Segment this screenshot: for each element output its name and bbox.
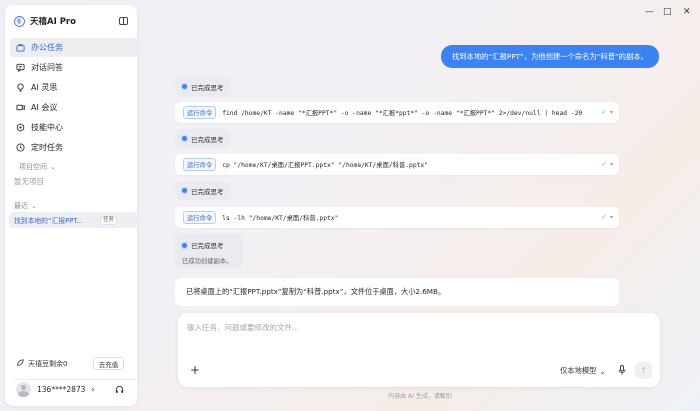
nav-item-skills[interactable]: 技能中心 [10,118,138,137]
send-button[interactable]: ↑ [635,362,652,379]
assistant-result: 已将桌面上的“汇报PPT.pptx”复制为“科普.pptx”，文件位于桌面，大小… [175,278,619,306]
chevron-down-icon[interactable]: ▾ [610,214,613,221]
project-empty: 暂无项目 [14,177,44,186]
user-message-text: 找到本地的“汇报PPT”，为他创建一个命名为“科普”的副本。 [451,51,648,61]
credits-row: 天禧豆剩余0 [16,359,67,369]
command-text: cp "/home/KT/桌面/汇报PPT.pptx" "/home/KT/桌面… [222,162,428,169]
skill-icon [16,123,25,132]
chevron-down-icon: ⌄ [31,202,37,210]
sidebar-divider [14,379,136,380]
briefcase-icon [16,43,25,52]
ai-disclaimer: 内容由 AI 生成，请甄别 [388,393,452,400]
maximize-button[interactable]: □ [663,7,672,17]
thinking-status-expanded[interactable]: 已完成思考 已成功创建副本。 [175,234,243,268]
command-text: ls -lh "/home/KT/桌面/科普.pptx" [222,215,339,222]
thinking-detail: 已成功创建副本。 [182,258,233,265]
credits-text: 天禧豆剩余0 [28,360,68,368]
nav-item-scheduled[interactable]: 定时任务 [10,138,138,157]
task-tag: 任务 [99,216,117,225]
run-command-label: 运行命令 [183,211,217,224]
command-card[interactable]: 运行命令 ls -lh "/home/KT/桌面/科普.pptx" ✓ ▾ [175,207,619,228]
composer: + 仅本地模型 ⌄ ↑ [178,313,660,387]
check-icon: ✓ [601,160,607,168]
sidebar-nav: 办公任务 对话问答 AI 灵思 AI 会议 技能中心 定时任务 [10,38,138,158]
command-status: ✓ ▾ [601,213,613,221]
chevron-down-icon: ⌄ [50,163,56,171]
task-input[interactable] [187,322,587,340]
run-command-label: 运行命令 [183,158,217,171]
nav-item-ai-insight[interactable]: AI 灵思 [10,78,138,97]
recent-task-item[interactable]: 找到本地的“汇报PPT... 任务 [9,212,137,228]
thinking-status[interactable]: 已完成思考 [175,181,231,200]
model-label: 仅本地模型 [560,366,597,375]
thinking-status[interactable]: 已完成思考 [175,77,231,96]
meeting-icon [16,103,25,112]
command-card[interactable]: 运行命令 find /home/KT -name "*汇报PPT*" -o -n… [175,102,619,123]
nav-label: 对话问答 [31,63,63,72]
project-section-header[interactable]: 项目空间 ⌄ [19,162,56,172]
user-message-bubble: 找到本地的“汇报PPT”，为他创建一个命名为“科普”的副本。 [440,45,659,68]
run-command-label: 运行命令 [183,106,217,119]
recent-section-header[interactable]: 最近 ⌄ [14,201,37,211]
status-dot-icon [182,84,187,89]
check-icon: ✓ [601,213,607,221]
recent-section-label: 最近 [14,202,28,210]
nav-item-office-tasks[interactable]: 办公任务 [10,38,138,57]
nav-label: 技能中心 [31,123,63,132]
send-arrow-icon: ↑ [640,366,647,375]
thinking-status[interactable]: 已完成思考 [175,129,231,148]
nav-label: 定时任务 [31,143,63,152]
nav-label: AI 会议 [31,103,58,112]
command-status: ✓ ▾ [601,160,613,168]
chevron-down-icon: ⌄ [599,366,606,376]
nav-label: 办公任务 [31,43,63,52]
sidebar: 天禧AI Pro 办公任务 对话问答 AI 灵思 AI 会议 技能中心 定时任务 [5,5,138,406]
recharge-button[interactable]: 去充值 [93,357,124,370]
microphone-icon[interactable] [618,365,626,377]
recent-task-label: 找到本地的“汇报PPT... [14,217,84,225]
status-dot-icon [182,136,187,141]
chevron-down-icon[interactable]: ▾ [610,161,613,168]
minimize-button[interactable]: — [645,7,654,17]
nav-label: AI 灵思 [31,83,58,92]
sidebar-toggle-icon[interactable] [119,17,128,25]
chat-icon [16,63,25,72]
app-logo-icon [14,15,25,27]
credits-icon [16,359,24,369]
status-dot-icon [182,242,187,248]
add-attachment-icon[interactable]: + [190,363,200,377]
model-selector[interactable]: 仅本地模型 ⌄ [560,366,606,376]
chevron-down-icon[interactable]: ▾ [610,109,613,116]
command-status: ✓ ▾ [601,108,613,116]
project-section-label: 项目空间 [19,163,47,171]
thinking-label: 已完成思考 [191,242,224,250]
app-brand: 天禧AI Pro [14,15,76,27]
close-button[interactable]: ✕ [683,7,691,17]
command-card[interactable]: 运行命令 cp "/home/KT/桌面/汇报PPT.pptx" "/home/… [175,154,619,175]
thinking-label: 已完成思考 [191,135,224,144]
thinking-label: 已完成思考 [191,187,224,196]
nav-item-ai-meeting[interactable]: AI 会议 [10,98,138,117]
result-text: 已将桌面上的“汇报PPT.pptx”复制为“科普.pptx”，文件位于桌面，大小… [186,287,446,296]
check-icon: ✓ [601,108,607,116]
app-title: 天禧AI Pro [30,17,76,27]
status-dot-icon [182,188,187,193]
thinking-label: 已完成思考 [191,83,224,92]
nav-item-chat[interactable]: 对话问答 [10,58,138,77]
clock-icon [16,143,25,152]
command-text: find /home/KT -name "*汇报PPT*" -o -name "… [222,110,583,117]
lightbulb-icon [16,83,25,92]
